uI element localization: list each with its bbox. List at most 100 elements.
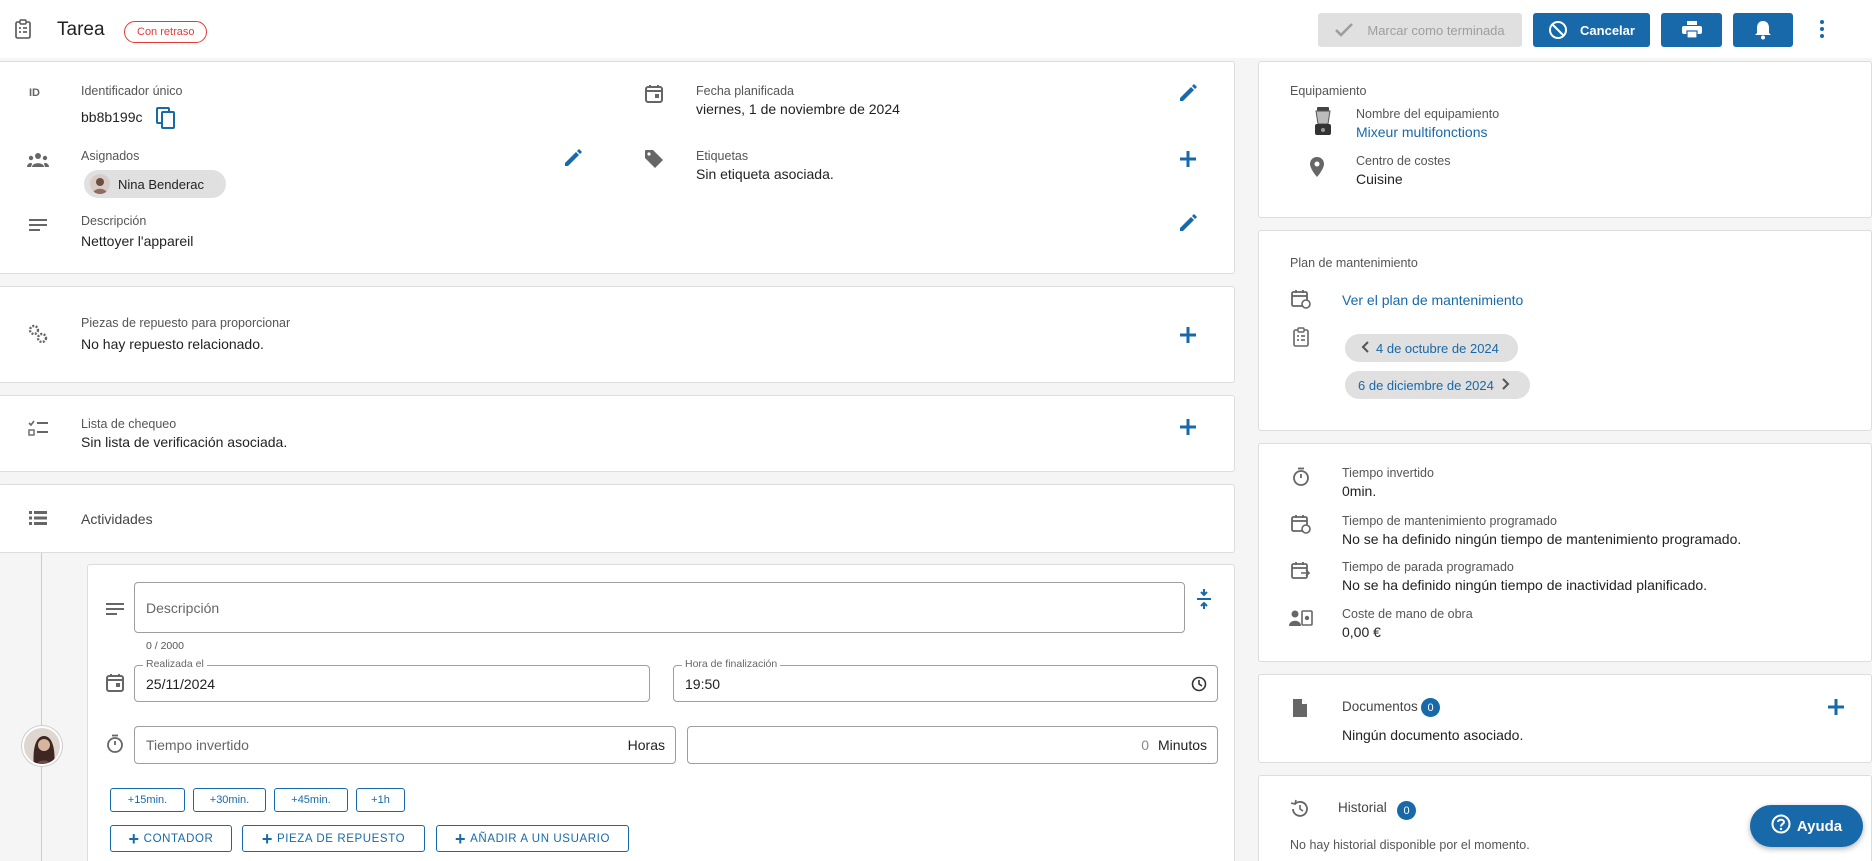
activity-user-avatar xyxy=(22,726,62,766)
edit-planned-date-icon[interactable] xyxy=(1177,82,1199,104)
add-document-icon[interactable] xyxy=(1825,696,1847,718)
equipment-name-link[interactable]: Mixeur multifonctions xyxy=(1356,124,1488,140)
more-options-icon[interactable] xyxy=(1816,18,1828,40)
time-spent-placeholder: Tiempo invertido xyxy=(146,737,249,753)
tags-label: Etiquetas xyxy=(696,149,749,163)
add-45-min-button[interactable]: +45min. xyxy=(274,788,348,812)
equipment-image xyxy=(1311,107,1335,137)
plus-icon: + xyxy=(261,828,273,849)
equipment-name-label: Nombre del equipamiento xyxy=(1356,107,1500,121)
task-details-card: ID Identificador único bb8b199c Fecha pl… xyxy=(0,61,1235,274)
notifications-button[interactable] xyxy=(1733,13,1793,47)
group-icon xyxy=(27,152,49,172)
calendar-arrow-icon xyxy=(1291,561,1311,581)
help-button[interactable]: Ayuda xyxy=(1750,805,1863,847)
end-time-label: Hora de finalización xyxy=(682,658,781,670)
add-user-button[interactable]: + AÑADIR A UN USUARIO xyxy=(436,825,629,852)
copy-icon[interactable] xyxy=(156,107,176,129)
minutes-unit: Minutos xyxy=(1157,737,1207,753)
add-15-min-button[interactable]: +15min. xyxy=(110,788,185,812)
checklist-card: Lista de chequeo Sin lista de verificaci… xyxy=(0,395,1235,472)
next-task-date: 6 de diciembre de 2024 xyxy=(1358,377,1494,393)
check-icon xyxy=(1335,23,1354,37)
cancel-label: Cancelar xyxy=(1580,22,1635,38)
add-30-min-button[interactable]: +30min. xyxy=(193,788,266,812)
planned-date-value: viernes, 1 de noviembre de 2024 xyxy=(696,101,900,117)
documents-label: Documentos xyxy=(1342,699,1418,714)
assignees-label: Asignados xyxy=(81,149,140,163)
calendar-clock-icon xyxy=(1291,514,1311,534)
add-spare-part-label: PIEZA DE REPUESTO xyxy=(276,832,406,845)
scheduled-downtime-value: No se ha definido ningún tiempo de inact… xyxy=(1342,577,1708,593)
calendar-clock-icon xyxy=(1291,289,1311,309)
done-on-date-field[interactable]: Realizada el 25/11/2024 xyxy=(134,658,650,702)
help-circle-icon xyxy=(1771,814,1791,838)
description-placeholder: Descripción xyxy=(146,599,220,616)
history-value: No hay historial disponible por el momen… xyxy=(1290,838,1530,852)
spare-parts-value: No hay repuesto relacionado. xyxy=(81,336,264,352)
cost-center-label: Centro de costes xyxy=(1356,154,1451,168)
previous-task-chip[interactable]: 4 de octubre de 2024 xyxy=(1345,334,1518,362)
add-spare-part-button[interactable]: + PIEZA DE REPUESTO xyxy=(242,825,425,852)
scheduled-maintenance-value: No se ha definido ningún tiempo de mante… xyxy=(1342,531,1742,547)
add-checklist-icon[interactable] xyxy=(1177,416,1199,438)
hours-unit: Horas xyxy=(627,737,665,753)
documents-card: Documentos 0 Ningún documento asociado. xyxy=(1258,674,1872,763)
labor-cost-icon xyxy=(1289,609,1313,629)
labor-cost-value: 0,00 € xyxy=(1342,624,1381,640)
labor-cost-label: Coste de mano de obra xyxy=(1342,607,1473,621)
cancel-button[interactable]: Cancelar xyxy=(1533,13,1650,47)
description-icon xyxy=(29,218,49,238)
time-spent-minutes-input[interactable]: 0 Minutos xyxy=(687,726,1218,764)
help-label: Ayuda xyxy=(1796,817,1843,835)
equipment-card: Equipamiento Nombre del equipamiento Mix… xyxy=(1258,61,1872,218)
checklist-icon xyxy=(28,420,48,440)
scheduled-downtime-label: Tiempo de parada programado xyxy=(1342,560,1514,574)
add-1-hour-button[interactable]: +1h xyxy=(356,788,405,812)
add-counter-button[interactable]: + CONTADOR xyxy=(110,825,232,852)
add-tag-icon[interactable] xyxy=(1177,148,1199,170)
avatar xyxy=(90,174,110,194)
mark-done-button[interactable]: Marcar como terminada xyxy=(1318,13,1522,47)
task-clipboard-icon xyxy=(14,19,32,39)
time-spent-label: Tiempo invertido xyxy=(1342,466,1434,480)
chevron-right-icon xyxy=(1502,377,1510,393)
add-user-label: AÑADIR A UN USUARIO xyxy=(470,832,610,845)
activity-description-input[interactable]: Descripción xyxy=(134,582,1185,633)
location-pin-icon xyxy=(1309,157,1329,177)
timer-icon xyxy=(1291,467,1311,487)
edit-assignees-icon[interactable] xyxy=(562,147,584,169)
history-label: Historial xyxy=(1338,800,1387,815)
view-maintenance-plan-link[interactable]: Ver el plan de mantenimiento xyxy=(1342,292,1523,308)
spare-parts-label: Piezas de repuesto para proporcionar xyxy=(81,316,291,330)
block-icon xyxy=(1548,20,1568,40)
edit-description-icon[interactable] xyxy=(1177,212,1199,234)
status-badge: Con retraso xyxy=(124,21,208,43)
clipboard-list-icon xyxy=(1292,327,1312,347)
timer-icon xyxy=(105,734,125,754)
char-counter: 0 / 2000 xyxy=(146,640,184,652)
time-spent-hours-input[interactable]: Tiempo invertido Horas xyxy=(134,726,676,764)
cost-center-value: Cuisine xyxy=(1356,171,1403,187)
expand-icon[interactable] xyxy=(1193,588,1215,610)
mark-done-label: Marcar como terminada xyxy=(1367,22,1505,38)
maintenance-plan-card: Plan de mantenimiento Ver el plan de man… xyxy=(1258,230,1872,431)
bell-icon xyxy=(1754,20,1772,40)
description-label: Descripción xyxy=(81,214,147,228)
add-counter-label: CONTADOR xyxy=(143,832,214,845)
end-time-value: 19:50 xyxy=(685,675,721,692)
calendar-icon xyxy=(644,84,664,104)
spare-parts-card: Piezas de repuesto para proporcionar No … xyxy=(0,286,1235,383)
history-icon xyxy=(1290,799,1310,819)
done-on-value: 25/11/2024 xyxy=(146,675,216,692)
next-task-chip[interactable]: 6 de diciembre de 2024 xyxy=(1345,371,1530,399)
print-button[interactable] xyxy=(1661,13,1722,47)
end-time-field[interactable]: Hora de finalización 19:50 xyxy=(673,658,1218,702)
description-icon xyxy=(106,602,126,622)
top-bar: Tarea Con retraso Marcar como terminada … xyxy=(0,0,1872,58)
planned-date-label: Fecha planificada xyxy=(696,84,794,98)
assignee-chip[interactable]: Nina Benderac xyxy=(84,170,226,198)
clock-icon[interactable] xyxy=(1191,676,1207,692)
add-spare-part-icon[interactable] xyxy=(1177,324,1199,346)
time-spent-value: 0min. xyxy=(1342,483,1377,499)
